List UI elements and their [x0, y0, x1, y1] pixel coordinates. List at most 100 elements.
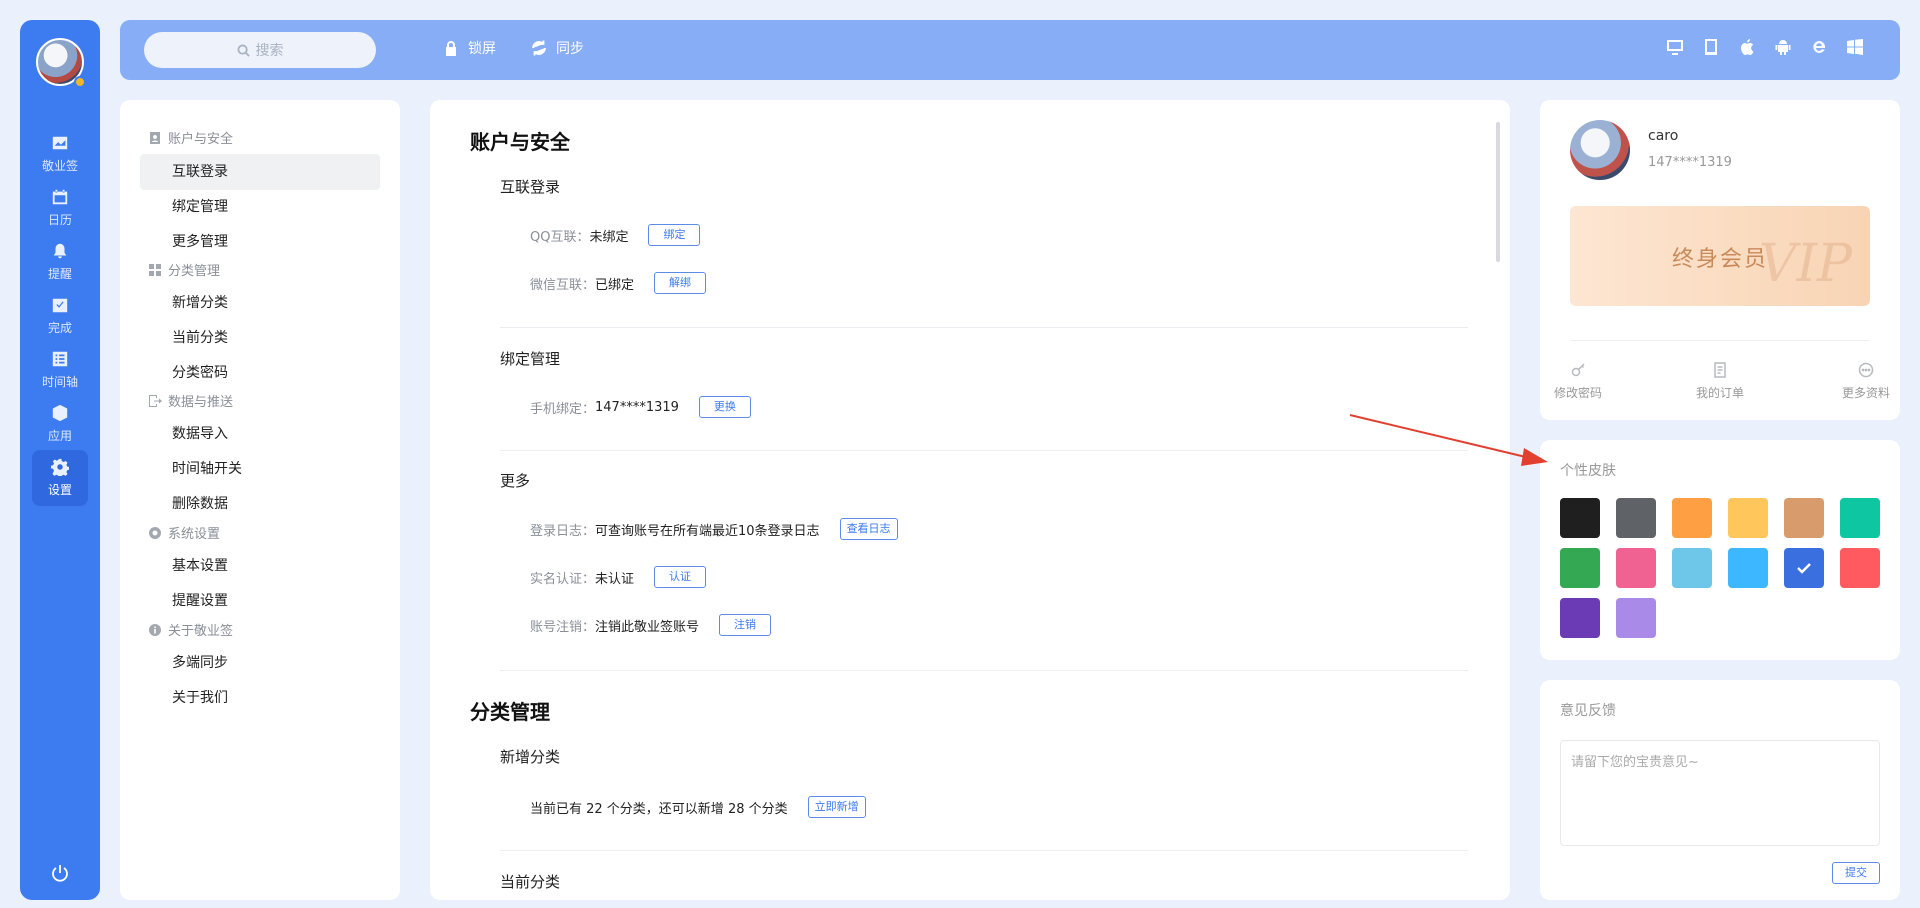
profile-avatar[interactable]: [1570, 120, 1630, 180]
menu-item-interconnect-login[interactable]: 互联登录: [140, 154, 380, 190]
divider: [500, 670, 1468, 671]
ie-icon[interactable]: [1810, 38, 1828, 56]
more-icon: [1858, 362, 1874, 378]
check-icon: [1797, 563, 1811, 574]
more-info-button[interactable]: 更多资料: [1826, 362, 1906, 401]
skin-swatch[interactable]: [1784, 498, 1824, 538]
menu-item-category-password[interactable]: 分类密码: [140, 355, 380, 391]
note-icon: [52, 136, 68, 150]
skin-swatch[interactable]: [1672, 498, 1712, 538]
change-password-button[interactable]: 修改密码: [1538, 362, 1618, 401]
skin-swatch[interactable]: [1616, 548, 1656, 588]
wechat-value: 已绑定: [595, 277, 635, 293]
feedback-submit-button[interactable]: 提交: [1832, 862, 1880, 884]
menu-item-more[interactable]: 更多管理: [140, 224, 380, 260]
search-placeholder: 搜索: [255, 43, 284, 59]
qq-key: QQ互联：: [530, 229, 590, 245]
phone-change-button[interactable]: 更换: [698, 396, 751, 418]
lock-screen-button[interactable]: 锁屏: [442, 38, 496, 58]
rail-item-label: 应用: [47, 429, 72, 443]
divider: [1570, 340, 1870, 341]
check-square-icon: [52, 298, 68, 313]
menu-item-new-category[interactable]: 新增分类: [140, 285, 380, 321]
divider: [500, 327, 1468, 328]
sync-button[interactable]: 同步: [530, 38, 584, 58]
rail-item-reminder[interactable]: 提醒: [32, 234, 88, 290]
category-info-row: 当前已有 22 个分类，还可以新增 28 个分类 立即新增: [530, 796, 866, 818]
skin-swatch[interactable]: [1728, 548, 1768, 588]
cancel-account-button[interactable]: 注销: [719, 614, 772, 636]
skin-swatch[interactable]: [1560, 548, 1600, 588]
menu-item-binding[interactable]: 绑定管理: [140, 189, 380, 225]
settings-menu: 账户与安全 互联登录 绑定管理 更多管理 分类管理 新增分类 当前分类 分类密码…: [120, 100, 400, 900]
skin-swatch[interactable]: [1728, 498, 1768, 538]
skin-swatch[interactable]: [1672, 548, 1712, 588]
rail-item-label: 完成: [47, 321, 72, 335]
windows-icon[interactable]: [1846, 38, 1864, 56]
phone-key: 手机绑定：: [530, 401, 596, 417]
profile-card: caro 147****1319 VIP 终身会员 修改密码 我的订单 更多资料: [1540, 100, 1900, 420]
vip-banner[interactable]: VIP 终身会员: [1570, 206, 1870, 306]
my-orders-label: 我的订单: [1695, 386, 1744, 400]
skin-swatch[interactable]: [1616, 498, 1656, 538]
lock-icon: [446, 41, 456, 56]
qq-bind-button[interactable]: 绑定: [648, 224, 701, 246]
skin-swatch[interactable]: [1560, 598, 1600, 638]
skin-title: 个性皮肤: [1560, 463, 1616, 479]
verify-button[interactable]: 认证: [654, 566, 707, 588]
category-info: 当前已有 22 个分类，还可以新增 28 个分类: [530, 801, 788, 817]
left-rail: 敬业签 日历 提醒 完成 时间轴 应用 设置: [20, 20, 100, 900]
tablet-icon[interactable]: [1702, 38, 1720, 56]
menu-group-label: 关于敬业签: [168, 624, 234, 639]
skin-swatch[interactable]: [1840, 548, 1880, 588]
menu-item-delete-data[interactable]: 删除数据: [140, 486, 380, 522]
gear-icon: [51, 458, 69, 476]
vip-badge-icon: [74, 76, 86, 88]
skin-swatch[interactable]: [1616, 598, 1656, 638]
android-icon[interactable]: [1774, 38, 1792, 56]
menu-item-reminder-settings[interactable]: 提醒设置: [140, 583, 380, 619]
divider: [500, 850, 1468, 851]
rail-item-note[interactable]: 敬业签: [32, 126, 88, 182]
apple-icon[interactable]: [1738, 38, 1756, 56]
scrollbar-thumb[interactable]: [1496, 122, 1500, 262]
menu-item-current-category[interactable]: 当前分类: [140, 320, 380, 356]
skin-swatch[interactable]: [1560, 498, 1600, 538]
cube-icon: [52, 404, 68, 422]
realname-value: 未认证: [595, 571, 635, 587]
menu-item-about-us[interactable]: 关于我们: [140, 680, 380, 716]
feedback-textarea[interactable]: [1560, 740, 1880, 846]
menu-group-about: 关于敬业签: [148, 620, 233, 639]
rail-item-done[interactable]: 完成: [32, 288, 88, 344]
qq-row: QQ互联： 未绑定 绑定: [530, 224, 701, 246]
rail-item-label: 设置: [47, 483, 72, 497]
power-icon[interactable]: [49, 862, 71, 884]
my-orders-button[interactable]: 我的订单: [1680, 362, 1760, 401]
phone-row: 手机绑定： 147****1319 更换: [530, 396, 751, 418]
rail-item-settings[interactable]: 设置: [32, 450, 88, 506]
rail-item-apps[interactable]: 应用: [32, 396, 88, 452]
rail-item-calendar[interactable]: 日历: [32, 180, 88, 236]
change-password-label: 修改密码: [1553, 386, 1602, 400]
add-category-button[interactable]: 立即新增: [807, 796, 866, 818]
view-log-button[interactable]: 查看日志: [839, 518, 898, 540]
skin-swatch[interactable]: [1840, 498, 1880, 538]
cancel-account-value: 注销此敬业签账号: [595, 619, 700, 635]
subsection-title-more: 更多: [500, 472, 531, 490]
calendar-icon: [52, 189, 68, 205]
menu-group-system: 系统设置: [148, 523, 220, 542]
search-icon: [236, 43, 250, 57]
menu-item-data-import[interactable]: 数据导入: [140, 416, 380, 452]
skin-swatch[interactable]: [1784, 548, 1824, 588]
divider: [500, 450, 1468, 451]
menu-item-basic-settings[interactable]: 基本设置: [140, 548, 380, 584]
rail-item-timeline[interactable]: 时间轴: [32, 342, 88, 398]
search-input[interactable]: 搜索: [144, 32, 376, 68]
menu-item-timeline-toggle[interactable]: 时间轴开关: [140, 451, 380, 487]
profile-phone: 147****1319: [1648, 155, 1732, 170]
vip-label: 终身会员: [1671, 247, 1768, 272]
wechat-unbind-button[interactable]: 解绑: [654, 272, 707, 294]
desktop-icon[interactable]: [1666, 38, 1684, 56]
menu-item-multi-sync[interactable]: 多端同步: [140, 645, 380, 681]
platform-links: [1666, 38, 1864, 56]
